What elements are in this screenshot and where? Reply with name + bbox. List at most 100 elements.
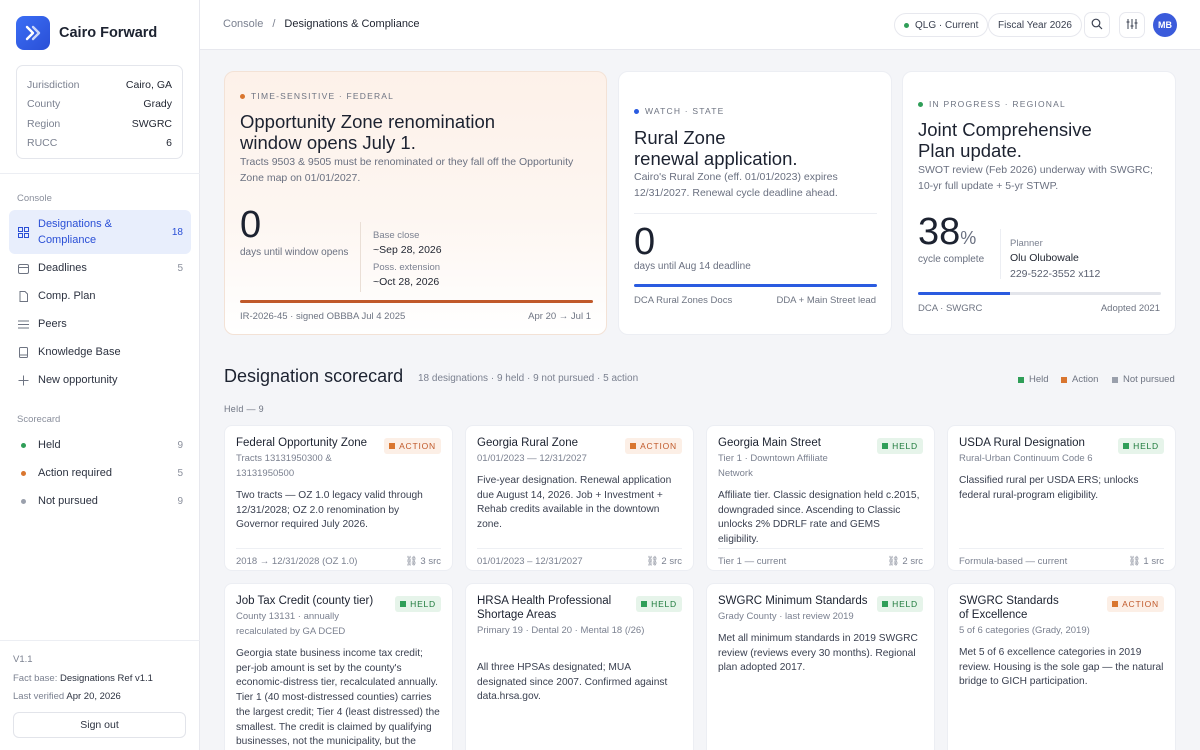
- sidebar-item-comp-plan[interactable]: Comp. Plan: [9, 287, 191, 305]
- days-count-label: days until Aug 14 deadline: [634, 261, 751, 272]
- badge-label: HELD: [651, 599, 677, 609]
- brand-name: Cairo Forward: [59, 25, 158, 41]
- sources-link[interactable]: ⛓ 2 src: [646, 556, 682, 567]
- badge-swatch: [1112, 601, 1119, 607]
- legend-swatch: [1061, 376, 1067, 383]
- sidebar-item-new-opportunity[interactable]: New opportunity: [9, 371, 191, 389]
- designation-card[interactable]: USDA Rural Designation HELD Rural-Urban …: [947, 425, 1176, 571]
- designation-card[interactable]: SWGRC Standards of Excellence ACTION 5 o…: [947, 583, 1176, 750]
- legend-label: Not pursued: [1123, 374, 1175, 385]
- status-dot-icon: [634, 108, 639, 114]
- status-badge: HELD: [395, 596, 441, 612]
- scorecard-meta: 18 designations · 9 held · 9 not pursued…: [418, 373, 639, 384]
- base-close-label: Base close: [373, 230, 420, 241]
- search-button[interactable]: [1084, 12, 1110, 38]
- sidebar-item-deadlines[interactable]: Deadlines 5: [9, 259, 191, 277]
- group-label: Held — 9: [224, 404, 264, 414]
- jurisdiction-key: Jurisdiction: [27, 78, 80, 91]
- hero-card-state[interactable]: Watch · State Rural Zone renewal applica…: [618, 71, 892, 335]
- card-footer: Tier 1 — current ⛓ 2 src: [718, 548, 923, 567]
- legend-item-not-pursued[interactable]: Not pursued: [1112, 374, 1175, 385]
- hero-footer: IR-2026-45 · signed OBBBA Jul 4 2025 Apr…: [240, 311, 591, 322]
- sidebar-item-label: Deadlines: [38, 262, 87, 274]
- card-title: SWGRC Minimum Standards: [718, 595, 868, 607]
- link-icon: ⛓: [646, 556, 659, 567]
- progress-bar-fill: [240, 300, 593, 303]
- card-subtitle: Tracts 13131950300 & 13131950500: [236, 453, 332, 479]
- hero-title-line: Plan update.: [918, 140, 1022, 161]
- brand[interactable]: Cairo Forward: [16, 16, 157, 50]
- designation-card[interactable]: Job Tax Credit (county tier) HELD County…: [224, 583, 453, 750]
- sidebar-item-action-required[interactable]: Action required 5: [9, 464, 191, 482]
- breadcrumb-root[interactable]: Console: [223, 18, 263, 30]
- jurisdiction-row: Region SWGRC: [27, 114, 172, 134]
- sidebar-item-not-pursued[interactable]: Not pursued 9: [9, 492, 191, 510]
- jurisdiction-value: 6: [166, 137, 172, 150]
- sign-out-button[interactable]: Sign out: [13, 712, 186, 738]
- planner-phone[interactable]: 229-522-3552 x112: [1010, 268, 1100, 280]
- designation-card[interactable]: SWGRC Minimum Standards HELD Grady Count…: [706, 583, 935, 750]
- sources-count: 2 src: [661, 556, 682, 567]
- sidebar-item-knowledge-base[interactable]: Knowledge Base: [9, 343, 191, 361]
- sources-link[interactable]: ⛓ 3 src: [405, 556, 441, 567]
- sidebar-item-designations[interactable]: Designations & Compliance 18: [9, 210, 191, 254]
- hero-title-line: Rural Zone: [634, 127, 726, 148]
- status-dot-icon: [904, 22, 909, 28]
- qlg-status-label: QLG · Current: [915, 19, 979, 31]
- legend-item-action[interactable]: Action: [1061, 374, 1098, 385]
- designation-card[interactable]: Georgia Rural Zone ACTION 01/01/2023 — 1…: [465, 425, 694, 571]
- hero-card-regional[interactable]: In progress · Regional Joint Comprehensi…: [902, 71, 1176, 335]
- breadcrumb-separator: /: [272, 18, 276, 30]
- hero-title: Rural Zone renewal application.: [634, 127, 798, 169]
- sidebar-item-label: New opportunity: [38, 374, 118, 386]
- link-icon: ⛓: [405, 556, 418, 567]
- sidebar-item-label: Knowledge Base: [38, 346, 121, 358]
- designation-card[interactable]: Federal Opportunity Zone ACTION Tracts 1…: [224, 425, 453, 571]
- sidebar-item-held[interactable]: Held 9: [9, 436, 191, 454]
- hero-footer-right: DDA + Main Street lead: [776, 295, 876, 306]
- legend-item-held[interactable]: Held: [1018, 374, 1049, 385]
- legend-swatch: [1112, 376, 1118, 383]
- hero-footer: DCA Rural Zones Docs DDA + Main Street l…: [634, 295, 876, 306]
- sidebar-item-peers[interactable]: Peers: [9, 315, 191, 333]
- hero-eyebrow-label: Watch · State: [645, 106, 725, 116]
- avatar[interactable]: MB: [1153, 13, 1177, 37]
- badge-label: HELD: [1133, 441, 1159, 451]
- status-badge: HELD: [636, 596, 682, 612]
- hero-card-federal[interactable]: Time-sensitive · Federal Opportunity Zon…: [224, 71, 607, 335]
- fiscal-year-pill[interactable]: Fiscal Year 2026: [988, 13, 1082, 37]
- jurisdiction-key: Region: [27, 117, 61, 130]
- last-verified-value: Apr 20, 2026: [66, 691, 121, 702]
- card-title: SWGRC Standards of Excellence: [959, 595, 1059, 621]
- sidebar: Cairo Forward Jurisdiction Cairo, GA Coun…: [0, 0, 200, 750]
- designation-card[interactable]: Georgia Main Street HELD Tier 1 · Downto…: [706, 425, 935, 571]
- sources-count: 3 src: [420, 556, 441, 567]
- status-dot-icon: [17, 439, 29, 451]
- hero-title-line: renewal application.: [634, 148, 798, 169]
- card-footer-left: 2018 → 12/31/2028 (OZ 1.0): [236, 556, 358, 567]
- sources-link[interactable]: ⛓ 1 src: [1128, 556, 1164, 567]
- card-footer: Formula-based — current ⛓ 1 src: [959, 548, 1164, 567]
- scorecard-section-label: Scorecard: [17, 414, 61, 425]
- status-dot-icon: [17, 467, 29, 479]
- status-dot-icon: [240, 93, 245, 99]
- sources-link[interactable]: ⛓ 2 src: [887, 556, 923, 567]
- topbar: Console / Designations & Compliance QLG …: [200, 0, 1200, 50]
- hero-title-line: Opportunity Zone renomination: [240, 111, 496, 132]
- sidebar-item-label: Peers: [38, 318, 67, 330]
- designation-card[interactable]: HRSA Health Professional Shortage Areas …: [465, 583, 694, 750]
- fact-base: Fact base: Designations Ref v1.1: [13, 673, 153, 684]
- jurisdiction-key: RUCC: [27, 137, 58, 150]
- sidebar-item-count: 5: [177, 262, 183, 274]
- fiscal-year-label: Fiscal Year 2026: [998, 19, 1072, 31]
- card-subtitle: 5 of 6 categories (Grady, 2019): [959, 625, 1090, 636]
- sidebar-item-label: Comp. Plan: [38, 290, 96, 302]
- badge-label: HELD: [410, 599, 436, 609]
- hero-title: Joint Comprehensive Plan update.: [918, 119, 1092, 161]
- version-label: V1.1: [13, 654, 33, 665]
- legend-swatch: [1018, 376, 1024, 383]
- hero-eyebrow: Watch · State: [634, 106, 725, 116]
- filters-button[interactable]: [1119, 12, 1145, 38]
- qlg-status-pill[interactable]: QLG · Current: [894, 13, 989, 37]
- document-icon: [17, 290, 29, 302]
